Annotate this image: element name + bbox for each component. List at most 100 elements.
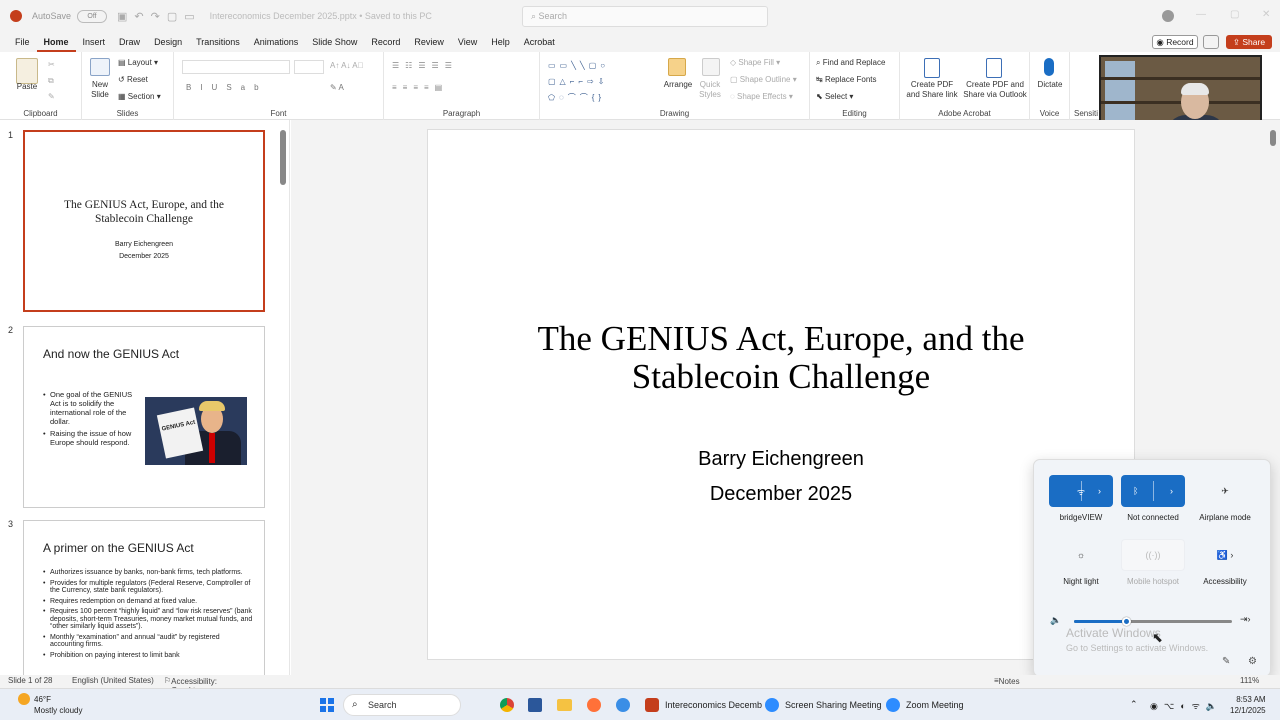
account-icon[interactable] bbox=[1162, 10, 1174, 22]
taskbar-search[interactable]: Search bbox=[343, 694, 461, 716]
taskbar-app-zoom-meeting[interactable]: Zoom Meeting bbox=[886, 689, 964, 720]
acrobat-group: Create PDF and Share link Create PDF and… bbox=[900, 52, 1030, 120]
slide-thumbnail-3[interactable]: A primer on the GENIUS Act Authorizes is… bbox=[23, 520, 265, 680]
font-color-icon[interactable]: ✎ A bbox=[330, 83, 344, 92]
tab-view[interactable]: View bbox=[451, 32, 484, 52]
paste-icon[interactable] bbox=[16, 58, 38, 84]
hotspot-icon: ((·)) bbox=[1145, 550, 1161, 560]
create-pdf-share-link-button[interactable]: Create PDF and Share link bbox=[904, 80, 960, 100]
word-icon[interactable] bbox=[528, 698, 542, 712]
quick-access-icons[interactable]: ▣↶↷▢▭ bbox=[117, 10, 202, 23]
notes-button[interactable]: ≡ Notes bbox=[994, 676, 1020, 686]
share-button[interactable]: ⇪ Share bbox=[1226, 35, 1272, 49]
airplane-tile[interactable]: ✈ bbox=[1193, 475, 1257, 507]
shape-outline-button[interactable]: ▢ Shape Outline ▾ bbox=[730, 75, 797, 84]
format-painter-icon[interactable]: ✎ bbox=[48, 92, 55, 101]
reset-button[interactable]: ↺ Reset bbox=[118, 75, 148, 84]
autosave-toggle[interactable]: Off bbox=[77, 9, 108, 23]
wifi-tile[interactable]: ᯤ› bbox=[1049, 475, 1113, 507]
tab-slide-show[interactable]: Slide Show bbox=[305, 32, 364, 52]
dictate-button[interactable]: Dictate bbox=[1030, 80, 1070, 90]
clock[interactable]: 8:53 AM 12/1/2025 bbox=[1230, 694, 1266, 716]
shape-effects-button[interactable]: ◌ Shape Effects ▾ bbox=[730, 92, 793, 101]
microphone-icon[interactable] bbox=[1044, 58, 1054, 76]
tab-file[interactable]: File bbox=[8, 32, 37, 52]
new-slide-icon[interactable] bbox=[90, 58, 110, 76]
tab-animations[interactable]: Animations bbox=[247, 32, 306, 52]
font-size-icons[interactable]: A↑ A↓ A⃠ bbox=[330, 61, 364, 70]
editor-scrollbar[interactable] bbox=[1270, 130, 1276, 146]
file-explorer-icon[interactable] bbox=[557, 699, 572, 711]
zoom-level[interactable]: 111% bbox=[1240, 676, 1259, 685]
chrome-icon[interactable] bbox=[500, 698, 514, 712]
close-icon[interactable]: ✕ bbox=[1262, 9, 1270, 20]
find-replace-button[interactable]: ⌕ Find and Replace bbox=[816, 58, 885, 68]
edge-icon[interactable] bbox=[616, 698, 630, 712]
record-button[interactable]: ◉ Record bbox=[1152, 35, 1198, 49]
thumbnail-scrollbar[interactable] bbox=[280, 130, 286, 185]
tab-help[interactable]: Help bbox=[484, 32, 517, 52]
taskbar-app-powerpoint[interactable]: Intereconomics Decemb bbox=[645, 689, 762, 720]
volume-slider-knob[interactable] bbox=[1122, 617, 1132, 626]
night-light-tile[interactable]: ☼ bbox=[1049, 539, 1113, 571]
edit-icon[interactable]: ✎ bbox=[1222, 656, 1230, 667]
language-status[interactable]: English (United States) bbox=[72, 676, 154, 685]
quick-styles-button[interactable]: Quick Styles bbox=[692, 80, 728, 100]
chevron-right-icon[interactable]: › bbox=[1098, 486, 1101, 496]
accessibility-status[interactable]: ⚐ Accessibility: Good to go bbox=[164, 676, 217, 695]
slide-date[interactable]: December 2025 bbox=[428, 483, 1134, 506]
layout-button[interactable]: ▤ Layout ▾ bbox=[118, 58, 158, 67]
firefox-icon[interactable] bbox=[587, 698, 601, 712]
tab-record[interactable]: Record bbox=[364, 32, 407, 52]
minimize-icon[interactable]: — bbox=[1196, 9, 1206, 20]
slide-thumbnail-1[interactable]: The GENIUS Act, Europe, and the Stableco… bbox=[23, 130, 265, 312]
tab-review[interactable]: Review bbox=[407, 32, 451, 52]
select-button[interactable]: ⬉ Select ▾ bbox=[816, 92, 853, 101]
comments-button[interactable] bbox=[1203, 35, 1219, 49]
replace-fonts-button[interactable]: ↹ Replace Fonts bbox=[816, 75, 877, 84]
weather-widget[interactable]: 46°F Mostly cloudy bbox=[34, 694, 82, 716]
new-slide-button[interactable]: New Slide bbox=[84, 80, 116, 100]
align-icons[interactable]: ≡≡≡≡▤ bbox=[392, 83, 448, 92]
font-style-icons[interactable]: BIUSab bbox=[186, 83, 268, 92]
settings-icon[interactable]: ⚙ bbox=[1248, 656, 1257, 667]
tab-insert[interactable]: Insert bbox=[76, 32, 113, 52]
create-pdf-outlook-button[interactable]: Create PDF and Share via Outlook bbox=[962, 80, 1028, 100]
taskbar-app-zoom-share[interactable]: Screen Sharing Meeting bbox=[765, 689, 882, 720]
chevron-up-icon[interactable]: ⌃ bbox=[1130, 699, 1138, 710]
pdf-link-icon[interactable] bbox=[924, 58, 940, 78]
volume-slider[interactable] bbox=[1074, 617, 1232, 626]
copy-icon[interactable]: ⧉ bbox=[48, 76, 54, 86]
volume-icon[interactable]: 🔈 bbox=[1050, 615, 1061, 626]
select-label: Select bbox=[824, 92, 848, 101]
slide-title[interactable]: The GENIUS Act, Europe, and the Stableco… bbox=[428, 320, 1134, 396]
search-input[interactable]: ⌕ Search bbox=[522, 6, 768, 27]
chevron-right-icon[interactable]: › bbox=[1170, 486, 1173, 496]
accessibility-tile[interactable]: ♿ › bbox=[1193, 539, 1257, 571]
tab-home[interactable]: Home bbox=[36, 32, 76, 52]
section-button[interactable]: ▦ Section ▾ bbox=[118, 92, 161, 101]
bluetooth-tile[interactable]: ᛒ › bbox=[1121, 475, 1185, 507]
tab-draw[interactable]: Draw bbox=[112, 32, 147, 52]
audio-output-icon[interactable]: ⇥› bbox=[1240, 614, 1251, 625]
font-name-select[interactable] bbox=[182, 60, 290, 74]
shape-fill-button[interactable]: ◇ Shape Fill ▾ bbox=[730, 58, 780, 67]
current-slide[interactable]: The GENIUS Act, Europe, and the Stableco… bbox=[427, 129, 1135, 660]
list-icons[interactable]: ☰☷☰☰☰ bbox=[392, 61, 458, 70]
paste-button[interactable]: Paste bbox=[10, 82, 44, 92]
hotspot-tile[interactable]: ((·)) bbox=[1121, 539, 1185, 571]
tab-acrobat[interactable]: Acrobat bbox=[517, 32, 562, 52]
shapes-gallery[interactable]: ▭▭╲╲▢○ ▢△⌐⌐⇨⇩ ⬠◌⌒⌒{} bbox=[548, 58, 609, 106]
slide-author[interactable]: Barry Eichengreen bbox=[428, 448, 1134, 471]
slide-thumbnail-2[interactable]: And now the GENIUS Act One goal of the G… bbox=[23, 326, 265, 508]
windows-start-icon[interactable] bbox=[320, 698, 334, 712]
cut-icon[interactable]: ✂ bbox=[48, 60, 55, 69]
maximize-icon[interactable]: ▢ bbox=[1230, 9, 1239, 20]
tray-icons[interactable]: ◉⌥◐ᯤ🔈 bbox=[1150, 699, 1223, 712]
arrange-icon[interactable] bbox=[668, 58, 686, 76]
quick-styles-icon[interactable] bbox=[702, 58, 720, 76]
font-size-select[interactable] bbox=[294, 60, 324, 74]
tab-transitions[interactable]: Transitions bbox=[189, 32, 247, 52]
pdf-outlook-icon[interactable] bbox=[986, 58, 1002, 78]
tab-design[interactable]: Design bbox=[147, 32, 189, 52]
